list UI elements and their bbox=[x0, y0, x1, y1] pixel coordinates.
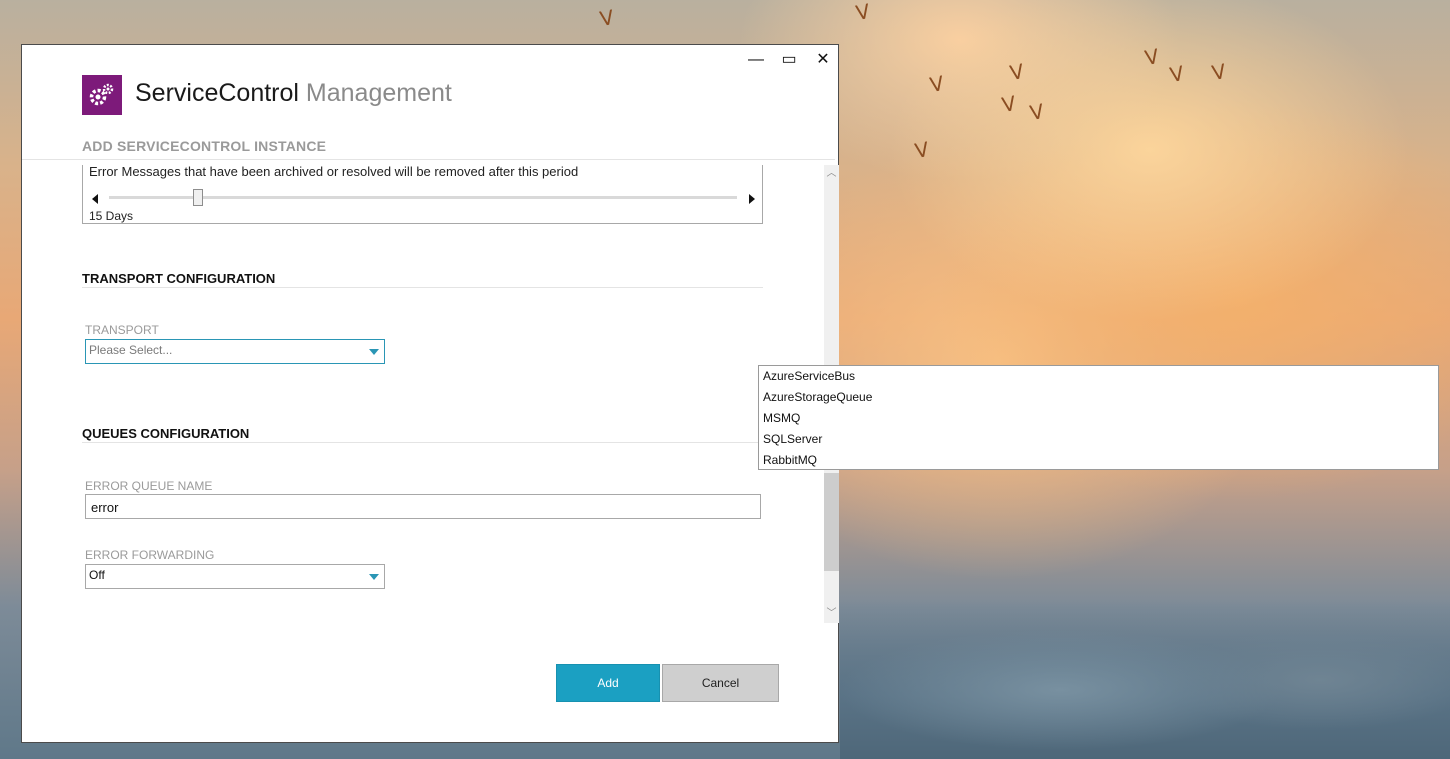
transport-option[interactable]: SQLServer bbox=[759, 429, 1438, 450]
retention-panel: Error Messages that have been archived o… bbox=[82, 164, 763, 224]
app-title-muted: Management bbox=[305, 79, 452, 107]
transport-option[interactable]: RabbitMQ bbox=[759, 450, 1438, 471]
error-forwarding-select[interactable]: Off bbox=[85, 564, 385, 589]
transport-select-value: Please Select... bbox=[89, 343, 173, 357]
app-title-main: ServiceControl bbox=[135, 79, 299, 107]
scroll-up-icon[interactable]: ︿ bbox=[824, 167, 839, 181]
app-title: ServiceControl Management bbox=[135, 79, 452, 108]
retention-slider-thumb[interactable] bbox=[193, 189, 203, 206]
minimize-button[interactable]: — bbox=[741, 50, 771, 70]
transport-section-title: TRANSPORT CONFIGURATION bbox=[82, 271, 276, 286]
bird-icon: ᐯ bbox=[1000, 92, 1018, 118]
bird-icon: ᐯ bbox=[598, 6, 616, 32]
retention-value: 15 Days bbox=[89, 209, 134, 223]
bird-icon: ᐯ bbox=[913, 138, 931, 164]
bird-icon: ᐯ bbox=[1168, 62, 1186, 88]
maximize-button[interactable]: ▭ bbox=[774, 50, 804, 70]
error-forwarding-value: Off bbox=[89, 568, 105, 582]
scroll-down-icon[interactable]: ﹀ bbox=[824, 607, 839, 621]
page-subtitle: ADD SERVICECONTROL INSTANCE bbox=[82, 138, 327, 154]
wallpaper-mountains bbox=[840, 600, 1450, 759]
transport-label: TRANSPORT bbox=[85, 323, 159, 337]
transport-select[interactable]: Please Select... bbox=[85, 339, 385, 364]
scrollbar-thumb[interactable] bbox=[824, 473, 839, 571]
retention-description: Error Messages that have been archived o… bbox=[89, 164, 579, 179]
error-forwarding-label: ERROR FORWARDING bbox=[85, 548, 215, 562]
retention-slider-track[interactable] bbox=[109, 196, 737, 199]
queues-section-divider bbox=[82, 442, 763, 443]
close-button[interactable]: ✕ bbox=[808, 50, 838, 70]
slider-left-arrow-icon[interactable] bbox=[92, 194, 98, 204]
bird-icon: ᐯ bbox=[1008, 60, 1026, 86]
error-queue-label: ERROR QUEUE NAME bbox=[85, 479, 213, 493]
app-window: — ▭ ✕ ServiceControl Management ADD SERV… bbox=[21, 44, 839, 743]
add-button[interactable]: Add bbox=[556, 664, 660, 702]
gears-icon bbox=[89, 83, 114, 106]
chevron-down-icon bbox=[369, 349, 379, 355]
app-logo bbox=[82, 75, 122, 115]
bird-icon: ᐯ bbox=[928, 72, 946, 98]
transport-section-divider bbox=[82, 287, 763, 288]
bird-icon: ᐯ bbox=[1143, 45, 1161, 71]
header-divider bbox=[22, 159, 835, 160]
transport-option[interactable]: MSMQ bbox=[759, 408, 1438, 429]
transport-dropdown-list: AzureServiceBus AzureStorageQueue MSMQ S… bbox=[758, 365, 1439, 470]
chevron-down-icon bbox=[369, 574, 379, 580]
bird-icon: ᐯ bbox=[1210, 60, 1228, 86]
bird-icon: ᐯ bbox=[1028, 100, 1046, 126]
queues-section-title: QUEUES CONFIGURATION bbox=[82, 426, 250, 441]
bird-icon: ᐯ bbox=[854, 0, 872, 26]
transport-option[interactable]: AzureStorageQueue bbox=[759, 387, 1438, 408]
transport-option[interactable]: AzureServiceBus bbox=[759, 366, 1438, 387]
slider-right-arrow-icon[interactable] bbox=[749, 194, 755, 204]
error-queue-input[interactable]: error bbox=[85, 494, 761, 519]
cancel-button[interactable]: Cancel bbox=[662, 664, 779, 702]
